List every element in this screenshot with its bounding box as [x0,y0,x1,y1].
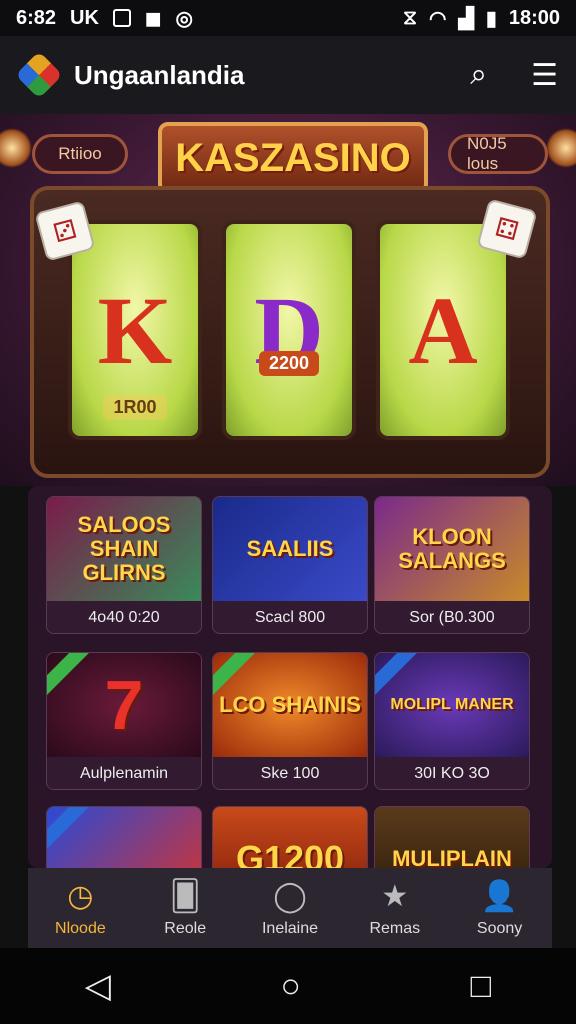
reel-value: 2200 [258,351,320,376]
wifi-icon: ◠ [428,7,447,30]
game-thumbnail: G1200 [213,807,367,868]
nav-item-inelaine[interactable]: ◯ Inelaine [238,868,343,948]
game-caption: Scacl 800 [213,601,367,633]
app-bar: Ungaanlandia ⌕ ☰ [0,36,576,114]
circle-icon: ◯ [273,879,307,913]
nav-label: Inelaine [261,919,319,937]
reel-value: 1R00 [103,395,167,420]
lamp-decoration [546,128,576,168]
menu-icon[interactable]: ☰ [531,58,558,93]
status-clock: 18:00 [508,6,560,29]
game-card[interactable]: SAALIIS Scacl 800 [212,496,368,634]
game-caption: 30I KO 3O [375,757,529,789]
vibrate-icon: ⧖ [402,6,417,29]
star-icon: ★ [381,879,409,913]
signal-icon: ▟ [458,7,474,30]
game-thumbnail: SALOOS SHAIN GLIRNS [47,497,201,601]
nav-label: Remas [369,919,421,937]
nav-item-home[interactable]: ◷ Nloode [28,868,133,948]
system-nav-bar: ◁ ○ □ [0,948,576,1024]
reel-1: K 1R00 [68,220,202,440]
camera-icon: ◼ [144,7,162,30]
battery-icon: ▮ [485,7,497,30]
game-card[interactable]: G1200 [212,806,368,868]
hero-banner: Rtiioo N0J5 lous KASZASINO K 1R00 D 2200… [0,114,576,486]
lamp-decoration [0,128,32,168]
game-thumbnail: MULIPLAIN [375,807,529,868]
app-title: Ungaanlandia [74,59,245,90]
game-caption: Aulplenamin [47,757,201,789]
game-caption: Sor (B0.300 [375,601,529,633]
bottom-nav: ◷ Nloode 🂠 Reole ◯ Inelaine ★ Remas 👤 So… [28,868,552,948]
left-pill-button[interactable]: Rtiioo [32,134,128,174]
home-icon[interactable]: ○ [281,967,302,1006]
clock-icon: ◷ [67,879,94,913]
nav-label: Reole [164,919,207,937]
nav-item-soony[interactable]: 👤 Soony [447,868,552,948]
game-card[interactable]: LCO SHAINIS Ske 100 [212,652,368,790]
notification-icon [112,9,131,27]
app-logo[interactable] [15,51,63,99]
nav-label: Nloode [55,919,106,937]
reel-symbol: A [408,276,478,384]
reel-3: A [376,220,510,440]
reel-symbol: K [97,276,173,384]
user-icon: 👤 [480,879,519,913]
game-caption: 4o40 0:20 [47,601,201,633]
game-card[interactable]: 7 Aulplenamin [46,652,202,790]
recents-icon[interactable]: □ [471,967,492,1006]
game-caption: Ske 100 [213,757,367,789]
game-card[interactable] [46,806,202,868]
game-card[interactable]: MOLIPL MANER 30I KO 3O [374,652,530,790]
nav-item-remas[interactable]: ★ Remas [342,868,447,948]
status-bar: 6:82 UK ◼ ◎ ⧖ ◠ ▟ ▮ 18:00 [0,0,576,36]
casino-banner: KASZASINO [158,122,428,194]
nav-label: Soony [476,919,523,937]
nav-item-reole[interactable]: 🂠 Reole [133,868,238,948]
status-time: 6:82 [16,6,57,29]
cards-icon: 🂠 [169,879,201,913]
sync-icon: ◎ [175,7,193,30]
game-card[interactable]: MULIPLAIN [374,806,530,868]
back-icon[interactable]: ◁ [85,966,111,1006]
games-grid: SALOOS SHAIN GLIRNS 4o40 0:20 SAALIIS Sc… [28,486,552,868]
bonus-pill-button[interactable]: N0J5 lous [448,134,548,174]
game-card[interactable]: SALOOS SHAIN GLIRNS 4o40 0:20 [46,496,202,634]
search-icon[interactable]: ⌕ [470,58,487,93]
reel-2: D 2200 [222,220,356,440]
status-carrier: UK [70,6,99,29]
game-thumbnail: SAALIIS [213,497,367,601]
game-thumbnail: KLOON SALANGS [375,497,529,601]
game-card[interactable]: KLOON SALANGS Sor (B0.300 [374,496,530,634]
slot-machine[interactable]: K 1R00 D 2200 A [30,186,550,478]
